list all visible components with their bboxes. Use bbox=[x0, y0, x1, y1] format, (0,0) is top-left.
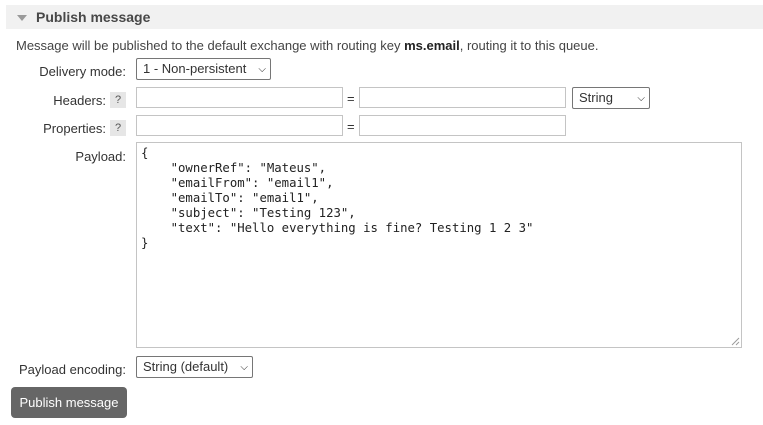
chevron-down-icon: ⌵ bbox=[637, 93, 645, 104]
delivery-mode-select[interactable]: 1 - Non-persistent ⌵ bbox=[136, 58, 271, 80]
payload-encoding-label: Payload encoding: bbox=[19, 362, 126, 377]
payload-encoding-select[interactable]: String (default) ⌵ bbox=[136, 356, 253, 378]
routing-key: ms.email bbox=[404, 38, 460, 53]
publish-message-section-header[interactable]: Publish message bbox=[6, 5, 763, 29]
delivery-mode-value: 1 - Non-persistent bbox=[143, 61, 247, 76]
section-title: Publish message bbox=[36, 9, 151, 25]
payload-encoding-value: String (default) bbox=[143, 359, 229, 374]
info-prefix: Message will be published to the default… bbox=[16, 38, 405, 53]
info-suffix: , routing it to this queue. bbox=[459, 38, 599, 53]
headers-type-select[interactable]: String ⌵ bbox=[572, 87, 650, 109]
headers-key-input[interactable] bbox=[136, 87, 343, 108]
chevron-down-icon: ⌵ bbox=[240, 362, 248, 373]
properties-help-icon[interactable]: ? bbox=[110, 120, 126, 136]
payload-textarea[interactable]: { "ownerRef": "Mateus", "emailFrom": "em… bbox=[136, 142, 742, 348]
properties-equals-sign: = bbox=[347, 119, 355, 134]
triangle-down-icon[interactable] bbox=[17, 15, 27, 21]
headers-label: Headers: bbox=[53, 93, 106, 108]
properties-label: Properties: bbox=[43, 121, 106, 136]
resize-grip-icon[interactable] bbox=[730, 336, 740, 346]
headers-help-icon[interactable]: ? bbox=[110, 92, 126, 108]
headers-equals-sign: = bbox=[347, 91, 355, 106]
headers-value-input[interactable] bbox=[359, 87, 566, 108]
chevron-down-icon: ⌵ bbox=[258, 64, 266, 75]
properties-value-input[interactable] bbox=[359, 115, 566, 136]
headers-type-value: String bbox=[579, 90, 613, 105]
payload-label: Payload: bbox=[75, 149, 126, 164]
info-text: Message will be published to the default… bbox=[16, 38, 599, 53]
publish-message-button[interactable]: Publish message bbox=[11, 387, 127, 418]
properties-key-input[interactable] bbox=[136, 115, 343, 136]
delivery-mode-label: Delivery mode: bbox=[39, 64, 126, 79]
